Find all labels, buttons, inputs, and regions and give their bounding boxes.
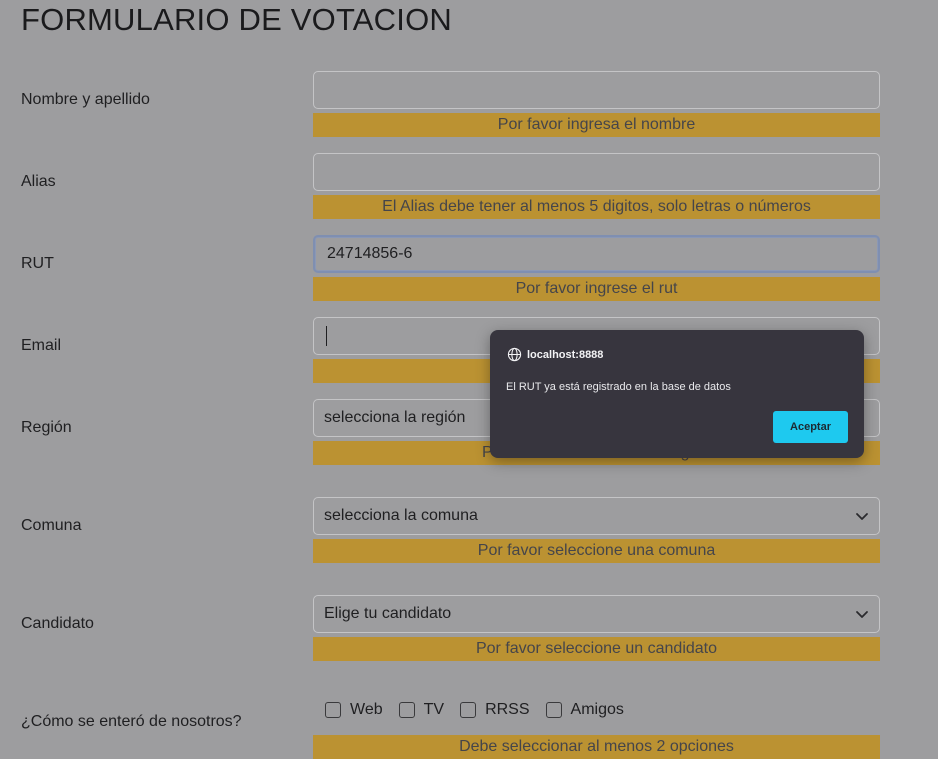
- text-cursor: [326, 326, 327, 346]
- checkbox-amigos[interactable]: Amigos: [545, 701, 624, 719]
- comuna-error: Por favor seleccione una comuna: [313, 539, 880, 563]
- candidato-selected: Elige tu candidato: [324, 605, 452, 622]
- checkbox-tv[interactable]: TV: [398, 701, 445, 719]
- alert-dialog: localhost:8888 El RUT ya está registrado…: [490, 330, 864, 458]
- candidato-label: Candidato: [21, 615, 94, 632]
- checkbox-rrss[interactable]: RRSS: [460, 701, 530, 719]
- rut-label: RUT: [21, 255, 54, 272]
- fuente-error: Debe seleccionar al menos 2 opciones: [313, 735, 880, 759]
- checkbox-label: RRSS: [485, 701, 530, 718]
- dialog-message: El RUT ya está registrado en la base de …: [506, 381, 731, 393]
- checkbox-label: Web: [350, 701, 383, 718]
- chevron-down-icon: [856, 611, 868, 618]
- candidato-select[interactable]: Elige tu candidato: [313, 595, 880, 633]
- checkbox-label: TV: [423, 701, 445, 718]
- region-selected: selecciona la región: [324, 409, 466, 426]
- dialog-origin-text: localhost:8888: [527, 348, 604, 361]
- fuente-checkboxes: Web TV RRSS Amigos: [325, 701, 640, 719]
- nombre-error: Por favor ingresa el nombre: [313, 113, 880, 137]
- chevron-down-icon: [856, 513, 868, 520]
- checkbox-label: Amigos: [570, 701, 624, 718]
- alias-input[interactable]: [313, 153, 880, 191]
- candidato-error: Por favor seleccione un candidato: [313, 637, 880, 661]
- nombre-input[interactable]: [313, 71, 880, 109]
- comuna-selected: selecciona la comuna: [324, 507, 478, 524]
- comuna-select[interactable]: selecciona la comuna: [313, 497, 880, 535]
- rut-input[interactable]: [313, 235, 880, 273]
- rut-error: Por favor ingrese el rut: [313, 277, 880, 301]
- dialog-origin: localhost:8888: [507, 347, 603, 362]
- alias-error: El Alias debe tener al menos 5 digitos, …: [313, 195, 880, 219]
- nombre-label: Nombre y apellido: [21, 91, 150, 108]
- region-label: Región: [21, 419, 72, 436]
- globe-icon: [507, 347, 522, 362]
- checkbox-box[interactable]: [325, 702, 341, 718]
- comuna-label: Comuna: [21, 517, 82, 534]
- email-label: Email: [21, 337, 62, 354]
- alias-label: Alias: [21, 173, 56, 190]
- checkbox-box[interactable]: [460, 702, 477, 718]
- page-title: FORMULARIO DE VOTACION: [21, 2, 452, 37]
- checkbox-box[interactable]: [398, 702, 415, 718]
- accept-button[interactable]: Aceptar: [773, 411, 848, 443]
- checkbox-web[interactable]: Web: [325, 701, 383, 719]
- checkbox-box[interactable]: [545, 702, 562, 718]
- fuente-label: ¿Cómo se enteró de nosotros?: [21, 713, 242, 730]
